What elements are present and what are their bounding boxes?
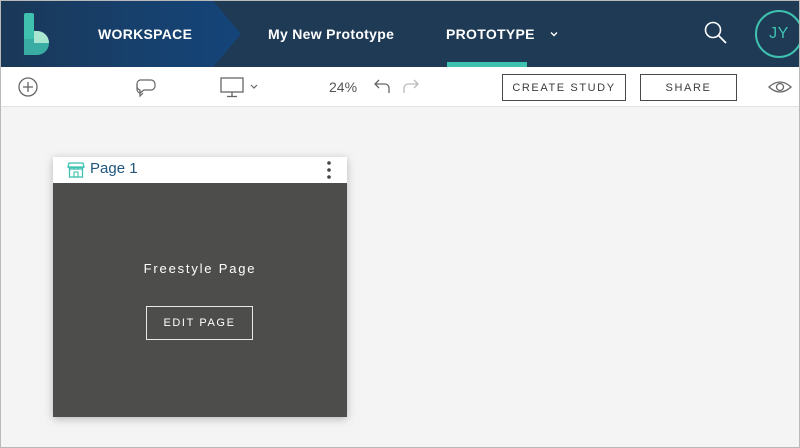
zoom-level[interactable]: 24%	[329, 79, 357, 95]
toolbar: 24% CREATE STUDY SHARE	[1, 67, 799, 107]
app-window: WORKSPACE My New Prototype PROTOTYPE JY	[0, 0, 800, 448]
avatar-initials: JY	[769, 25, 789, 42]
redo-icon[interactable]	[399, 75, 423, 99]
top-nav: WORKSPACE My New Prototype PROTOTYPE JY	[1, 1, 799, 67]
nav-prototype[interactable]: PROTOTYPE	[446, 1, 559, 67]
nav-workspace-label: WORKSPACE	[98, 26, 193, 42]
create-study-button[interactable]: CREATE STUDY	[502, 74, 626, 101]
page-type-title: Freestyle Page	[143, 261, 257, 276]
brand-logo-icon[interactable]	[21, 13, 53, 55]
nav-prototype-label: PROTOTYPE	[446, 26, 535, 42]
page-card[interactable]: Page 1 Freestyle Page EDIT PAGE	[53, 157, 347, 417]
page-preview: Freestyle Page EDIT PAGE	[53, 183, 347, 417]
comments-icon[interactable]	[134, 75, 158, 99]
nav-project-label: My New Prototype	[268, 26, 395, 42]
more-options-icon[interactable]	[324, 159, 334, 181]
user-avatar[interactable]: JY	[755, 10, 799, 58]
add-circle-icon[interactable]	[16, 75, 40, 99]
storefront-page-icon	[67, 162, 85, 178]
undo-icon[interactable]	[370, 75, 394, 99]
share-button[interactable]: SHARE	[640, 74, 737, 101]
search-icon[interactable]	[701, 19, 731, 49]
nav-project-name[interactable]: My New Prototype	[268, 1, 394, 67]
edit-page-button[interactable]: EDIT PAGE	[146, 306, 253, 340]
nav-workspace[interactable]: WORKSPACE	[98, 1, 192, 67]
chevron-down-icon	[550, 32, 558, 37]
page-card-header: Page 1	[53, 157, 347, 183]
device-desktop-icon[interactable]	[220, 75, 262, 99]
preview-eye-icon[interactable]	[767, 75, 793, 99]
page-name[interactable]: Page 1	[90, 160, 138, 177]
